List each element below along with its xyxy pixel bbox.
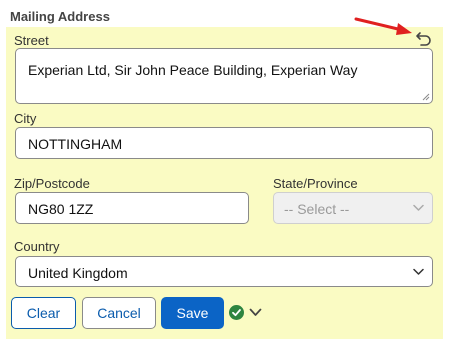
- check-circle-icon: [229, 305, 244, 320]
- clear-button[interactable]: Clear: [11, 297, 76, 329]
- undo-icon[interactable]: [415, 29, 433, 47]
- street-label: Street: [14, 33, 49, 48]
- street-value: Experian Ltd, Sir John Peace Building, E…: [28, 62, 358, 78]
- cancel-button[interactable]: Cancel: [82, 297, 156, 329]
- state-label: State/Province: [273, 176, 358, 191]
- street-field[interactable]: Experian Ltd, Sir John Peace Building, E…: [15, 48, 433, 104]
- chevron-down-icon[interactable]: [249, 308, 262, 317]
- state-select[interactable]: -- Select --: [273, 192, 433, 224]
- chevron-down-icon: [413, 268, 424, 275]
- zip-field[interactable]: NG80 1ZZ: [15, 192, 249, 224]
- country-value: United Kingdom: [28, 265, 128, 281]
- state-value: -- Select --: [284, 201, 350, 217]
- city-field[interactable]: NOTTINGHAM: [15, 127, 433, 159]
- zip-value: NG80 1ZZ: [28, 201, 94, 217]
- save-button[interactable]: Save: [161, 297, 224, 329]
- city-label: City: [14, 111, 37, 126]
- resize-grip-icon[interactable]: [422, 93, 430, 101]
- zip-label: Zip/Postcode: [14, 176, 90, 191]
- country-select[interactable]: United Kingdom: [15, 256, 433, 287]
- chevron-down-icon: [413, 204, 424, 211]
- city-value: NOTTINGHAM: [28, 136, 123, 152]
- section-title: Mailing Address: [10, 9, 110, 24]
- country-label: Country: [14, 239, 60, 254]
